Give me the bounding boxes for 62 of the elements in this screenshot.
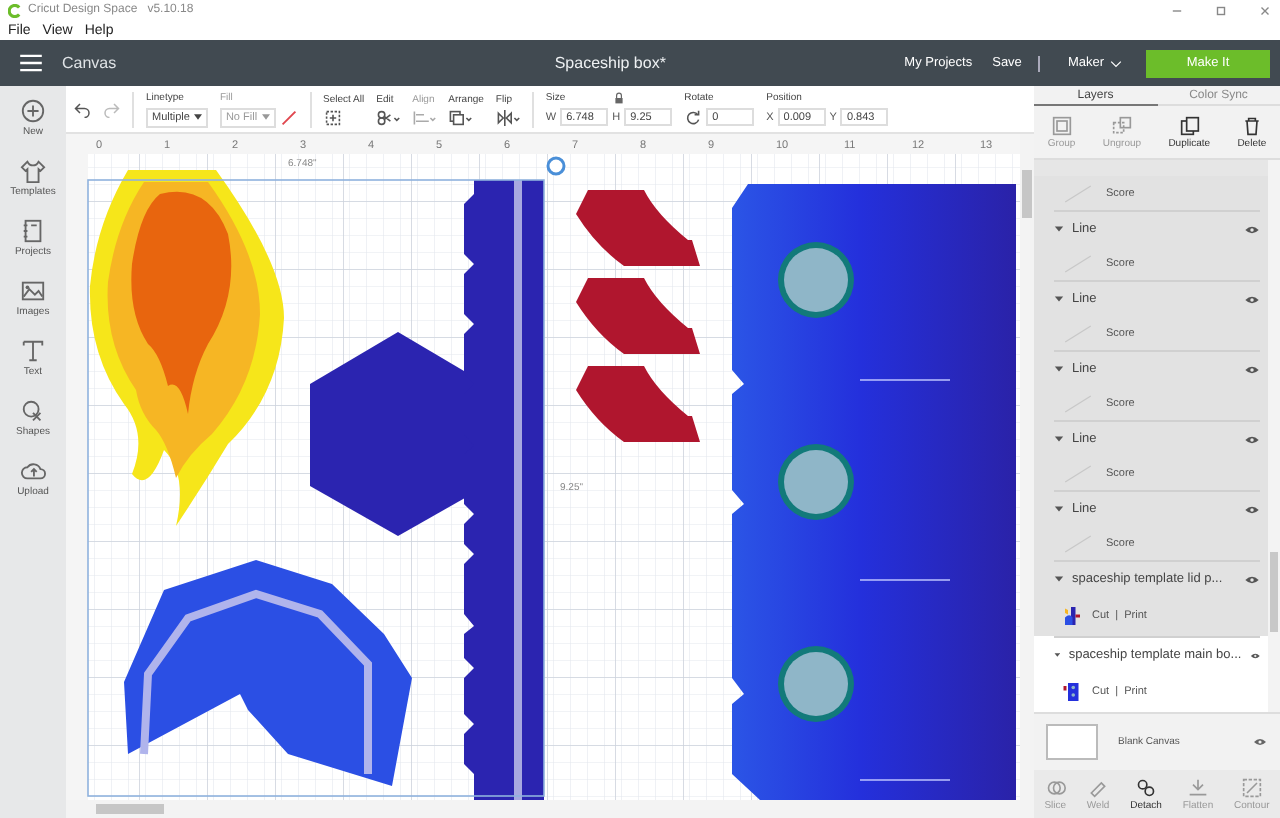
eye-icon[interactable]	[1244, 573, 1260, 585]
fin-shape	[576, 278, 700, 354]
eye-icon[interactable]	[1244, 363, 1260, 375]
maximize-icon[interactable]	[1214, 3, 1228, 17]
notebook-icon	[20, 218, 46, 244]
layer-thumbnail-icon	[1062, 604, 1080, 628]
scissors-icon[interactable]	[376, 109, 401, 125]
score-line-icon	[1062, 463, 1094, 483]
duplicate-icon	[1179, 115, 1200, 135]
layer-thumbnail-icon	[1062, 680, 1080, 704]
cloud-upload-icon	[19, 458, 46, 484]
ungroup-icon	[1111, 115, 1132, 135]
shirt-icon	[19, 158, 46, 184]
canvas-visibility-icon[interactable]	[1252, 736, 1268, 748]
weld-icon	[1088, 777, 1109, 797]
app-logo-icon	[8, 3, 22, 17]
caret-icon[interactable]	[1054, 434, 1064, 444]
scrollbar[interactable]	[1268, 160, 1280, 712]
caret-icon[interactable]	[1054, 504, 1064, 514]
trash-icon	[1241, 115, 1262, 135]
score-line-icon	[1062, 253, 1094, 273]
rotate-handle[interactable]	[546, 156, 566, 176]
flip-icon[interactable]	[495, 109, 520, 125]
eye-icon[interactable]	[1244, 433, 1260, 445]
caret-icon	[261, 114, 270, 120]
lock-icon[interactable]	[613, 92, 624, 104]
text-icon	[20, 338, 46, 364]
menu-icon[interactable]	[20, 54, 42, 72]
project-title: Spaceship box*	[552, 54, 668, 72]
eye-icon[interactable]	[1244, 503, 1260, 515]
caret-icon	[193, 114, 202, 120]
undo-icon[interactable]	[74, 101, 92, 117]
score-line-icon	[1062, 183, 1094, 203]
caret-icon[interactable]	[1054, 364, 1064, 374]
caret-icon[interactable]	[1054, 294, 1064, 304]
close-icon[interactable]	[1258, 3, 1272, 17]
detach-icon	[1136, 777, 1157, 797]
eye-icon[interactable]	[1244, 223, 1260, 235]
score-line-icon	[1062, 533, 1094, 553]
score-line-icon	[1062, 323, 1094, 343]
score-line-icon	[1062, 393, 1094, 413]
shapes-icon	[20, 398, 46, 424]
eye-icon[interactable]	[1249, 649, 1260, 661]
caret-icon[interactable]	[1054, 224, 1064, 234]
fin-shape	[576, 366, 700, 442]
slice-icon	[1045, 777, 1066, 797]
blank-canvas-swatch[interactable]	[1046, 724, 1098, 760]
arrange-icon[interactable]	[448, 109, 473, 125]
plus-icon	[20, 98, 46, 124]
eye-icon[interactable]	[1244, 293, 1260, 305]
scrollbar[interactable]	[1020, 134, 1034, 800]
scrollbar[interactable]	[66, 800, 1034, 818]
fin-shape	[576, 190, 700, 266]
page-title: Canvas	[62, 54, 117, 72]
contour-icon	[1241, 777, 1262, 797]
chevron-icon	[1110, 59, 1122, 67]
caret-icon[interactable]	[1054, 574, 1064, 584]
rotate-icon	[684, 109, 703, 125]
image-icon	[20, 278, 46, 304]
group-icon	[1051, 115, 1072, 135]
select-all-icon[interactable]	[323, 109, 342, 125]
flatten-icon	[1187, 777, 1208, 797]
